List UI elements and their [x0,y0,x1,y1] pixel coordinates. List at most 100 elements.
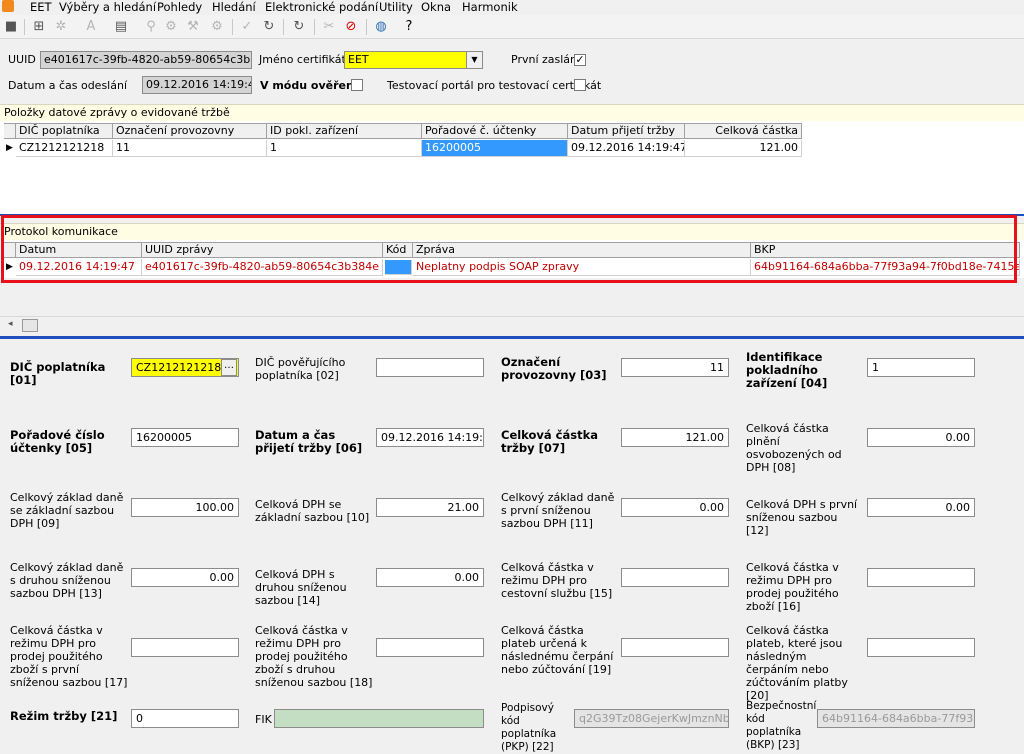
search-icon[interactable]: ⚲ [142,18,160,36]
f20-field[interactable] [867,638,975,657]
col-dic[interactable]: DIČ poplatníka [16,123,113,139]
menu-utility[interactable]: Utility [379,0,413,14]
f07-label: Celková částka tržby [07] [501,428,599,455]
chevron-down-icon[interactable]: ▼ [466,51,483,69]
f10-label: Celková DPH se základní sazbou [10] [255,498,370,524]
sent-field[interactable]: 09.12.2016 14:19:47 [142,76,252,94]
f13-field[interactable]: 0.00 [131,568,239,587]
f20-label: Celková částka plateb, které jsou násled… [746,624,848,702]
f06-label: Datum a čas přijetí tržby [06] [255,428,363,455]
fik-field[interactable] [274,709,484,728]
menu-harmonik[interactable]: Harmonik [462,0,518,14]
col-castka[interactable]: Celková částka [685,123,802,139]
items-section-header: Položky datové zprávy o evidované tržbě [0,104,1024,121]
grid-icon[interactable]: ⊞ [30,18,48,36]
scroll-left-icon[interactable]: ◂ [8,319,13,329]
f03-field[interactable]: 11 [621,358,729,377]
verify-checkbox[interactable] [351,79,363,91]
help-icon[interactable]: ? [400,18,418,36]
uuid-field[interactable]: e401617c-39fb-4820-ab59-80654c3b384e [40,51,252,69]
menu-eet[interactable]: EET [30,0,52,14]
test-portal-checkbox[interactable] [574,79,586,91]
horizontal-scrollbar[interactable]: ◂ [0,316,1024,334]
font-icon[interactable]: A [82,18,100,36]
pkp-field[interactable]: q2G39Tz08GejerKwJmznNb/QVM [574,709,729,728]
f12-label: Celková DPH s první sníženou sazbou [12] [746,498,858,537]
f09-label: Celkový základ daně se základní sazbou D… [10,491,124,530]
menu-elektronicke-podani[interactable]: Elektronické podání [265,0,378,14]
f13-label: Celkový základ daně s druhou sníženou sa… [10,561,124,600]
f18-field[interactable] [376,638,484,657]
f09-field[interactable]: 100.00 [131,498,239,517]
col-id-pokl[interactable]: ID pokl. zařízení [267,123,422,139]
redo-icon[interactable]: ↻ [290,18,308,36]
menu-vybery[interactable]: Výběry a hledání [59,0,156,14]
f21-field[interactable]: 0 [131,709,239,728]
scroll-thumb[interactable] [22,319,38,332]
first-send-label: První zaslání [511,53,581,66]
f18-label: Celková částka v režimu DPH pro prodej p… [255,624,373,689]
f17-label: Celková částka v režimu DPH pro prodej p… [10,624,128,689]
f11-label: Celkový základ daně s první sníženou saz… [501,491,615,530]
menu-pohledy[interactable]: Pohledy [157,0,202,14]
items-grid: DIČ poplatníka Označení provozovny ID po… [0,121,1024,215]
cut-icon[interactable]: ✂ [320,18,338,36]
menu-okna[interactable]: Okna [421,0,451,14]
table-cell[interactable]: 1 [267,140,422,157]
table-cell[interactable]: 121.00 [685,140,802,157]
f07-field[interactable]: 121.00 [621,428,729,447]
toolbar: ■ ⊞ ✲ A ▤ ⚲ ⚙ ⚒ ⚙ ✓ ↻ ↻ ✂ ⊘ ◍ ? [0,15,1024,39]
table-cell[interactable]: 09.12.2016 14:19:47 [568,140,685,157]
f05-label: Pořadové číslo účtenky [05] [10,428,105,455]
filter-icon[interactable]: ⚙ [162,18,180,36]
cert-select[interactable]: EET [344,51,467,69]
wand-icon[interactable]: ✲ [52,18,70,36]
globe-icon[interactable]: ◍ [372,18,390,36]
f21-label: Režim tržby [21] [10,709,118,723]
f19-field[interactable] [621,638,729,657]
f22-label: Podpisový kód poplatníka (PKP) [22] [501,702,557,753]
f15-label: Celková částka v režimu DPH pro cestovní… [501,561,613,600]
stop-icon[interactable]: ■ [2,18,20,36]
f04-field[interactable]: 1 [867,358,975,377]
f01-label: DIČ poplatníka [01] [10,360,106,387]
f14-label: Celková DPH s druhou sníženou sazbou [14… [255,568,347,607]
f14-field[interactable]: 0.00 [376,568,484,587]
table-cell[interactable]: 11 [113,140,267,157]
cert-label: Jméno certifikátu [259,53,353,66]
highlight-frame [1,215,1017,283]
col-datum[interactable]: Datum přijetí tržby [568,123,685,139]
bkp-field[interactable]: 64b91164-684a6bba-77f93a94-7 [817,709,975,728]
table-cell[interactable]: CZ1212121218 [16,140,113,157]
f05-field[interactable]: 16200005 [131,428,239,447]
f23-label: Bezpečnostní kód poplatníka (BKP) [23] [746,700,817,751]
f11-field[interactable]: 0.00 [621,498,729,517]
app-icon[interactable] [2,0,14,12]
test-portal-label: Testovací portál pro testovací certifiká… [387,79,602,92]
ellipsis-button[interactable]: … [221,359,237,376]
table-cell-selected[interactable]: 16200005 [422,140,568,157]
refresh-icon[interactable]: ↻ [260,18,278,36]
sent-label: Datum a čas odeslání [8,79,127,92]
no-entry-icon[interactable]: ⊘ [342,18,360,36]
tools-icon[interactable]: ⚒ [184,18,202,36]
f10-field[interactable]: 21.00 [376,498,484,517]
clipboard-icon[interactable]: ▤ [112,18,130,36]
tools2-icon[interactable]: ⚙ [208,18,226,36]
menu-hledani[interactable]: Hledání [212,0,256,14]
f15-field[interactable] [621,568,729,587]
first-send-checkbox[interactable]: ✓ [574,54,586,66]
f16-field[interactable] [867,568,975,587]
f17-field[interactable] [131,638,239,657]
col-poradove[interactable]: Pořadové č. účtenky [422,123,568,139]
f02-field[interactable] [376,358,484,377]
f08-label: Celková částka plnění osvobozených od DP… [746,422,842,474]
f02-label: DIČ pověřujícího poplatníka [02] [255,356,346,382]
menu-bar: EET Výběry a hledání Pohledy Hledání Ele… [0,0,1024,14]
col-provozovna[interactable]: Označení provozovny [113,123,267,139]
uuid-label: UUID [8,53,36,66]
f08-field[interactable]: 0.00 [867,428,975,447]
check-icon[interactable]: ✓ [238,18,256,36]
f06-field[interactable]: 09.12.2016 14:19:47 [376,428,484,447]
f12-field[interactable]: 0.00 [867,498,975,517]
